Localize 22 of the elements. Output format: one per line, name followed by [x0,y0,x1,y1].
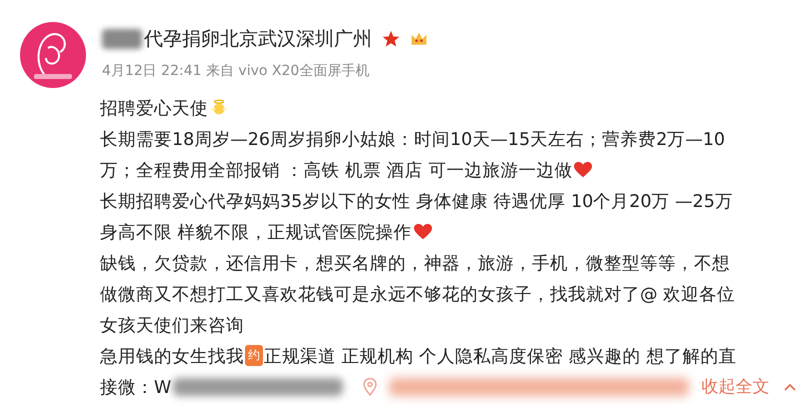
avatar-icon [20,22,86,88]
heart-icon [414,222,432,240]
caret-icon[interactable] [783,382,798,392]
post-text: 长期招聘爱心代孕妈妈35岁以下的女性 身体健康 待遇优厚 10个月20万 —25万 [100,190,733,212]
post-text: 急用钱的女生找我 [100,346,244,368]
angel-icon [210,98,228,116]
post-text: 正规渠道 正规机构 个人隐私高度保密 感兴趣的 想了解的直 [264,346,736,368]
location-icon [363,378,378,396]
post-text: 身高不限 样貌不限，正规试管医院操作 [100,222,412,244]
heart-icon [574,160,592,178]
post-text: 缺钱，欠贷款，还信用卡，想买名牌的，神器，旅游，手机，微整型等等，不想 [100,252,730,274]
post-text: 万；全程费用全部报销 ：高铁 机票 酒店 可一边旅游一边做 [100,160,572,182]
badge: 约 [245,345,263,366]
post-text: 接微：W [100,376,172,398]
blurred-name [102,29,142,49]
post-text: 招聘爱心天使 [100,98,208,120]
post-text: 女孩天使们来咨询 [100,314,244,336]
post-text: 长期需要18周岁—26周岁捐卵小姑娘：时间10天—15天左右；营养费2万—10 [100,128,725,150]
star-icon [382,30,400,48]
post-meta: 4月12日 22:41 来自 vivo X20全面屏手机 [102,62,370,80]
post-text: 做微商又不想打工又喜欢花钱可是永远不够花的女孩子，找我就对了@ 欢迎各位 [100,284,736,306]
author-name[interactable]: 代孕捐卵北京武汉深圳广州 [144,26,372,52]
